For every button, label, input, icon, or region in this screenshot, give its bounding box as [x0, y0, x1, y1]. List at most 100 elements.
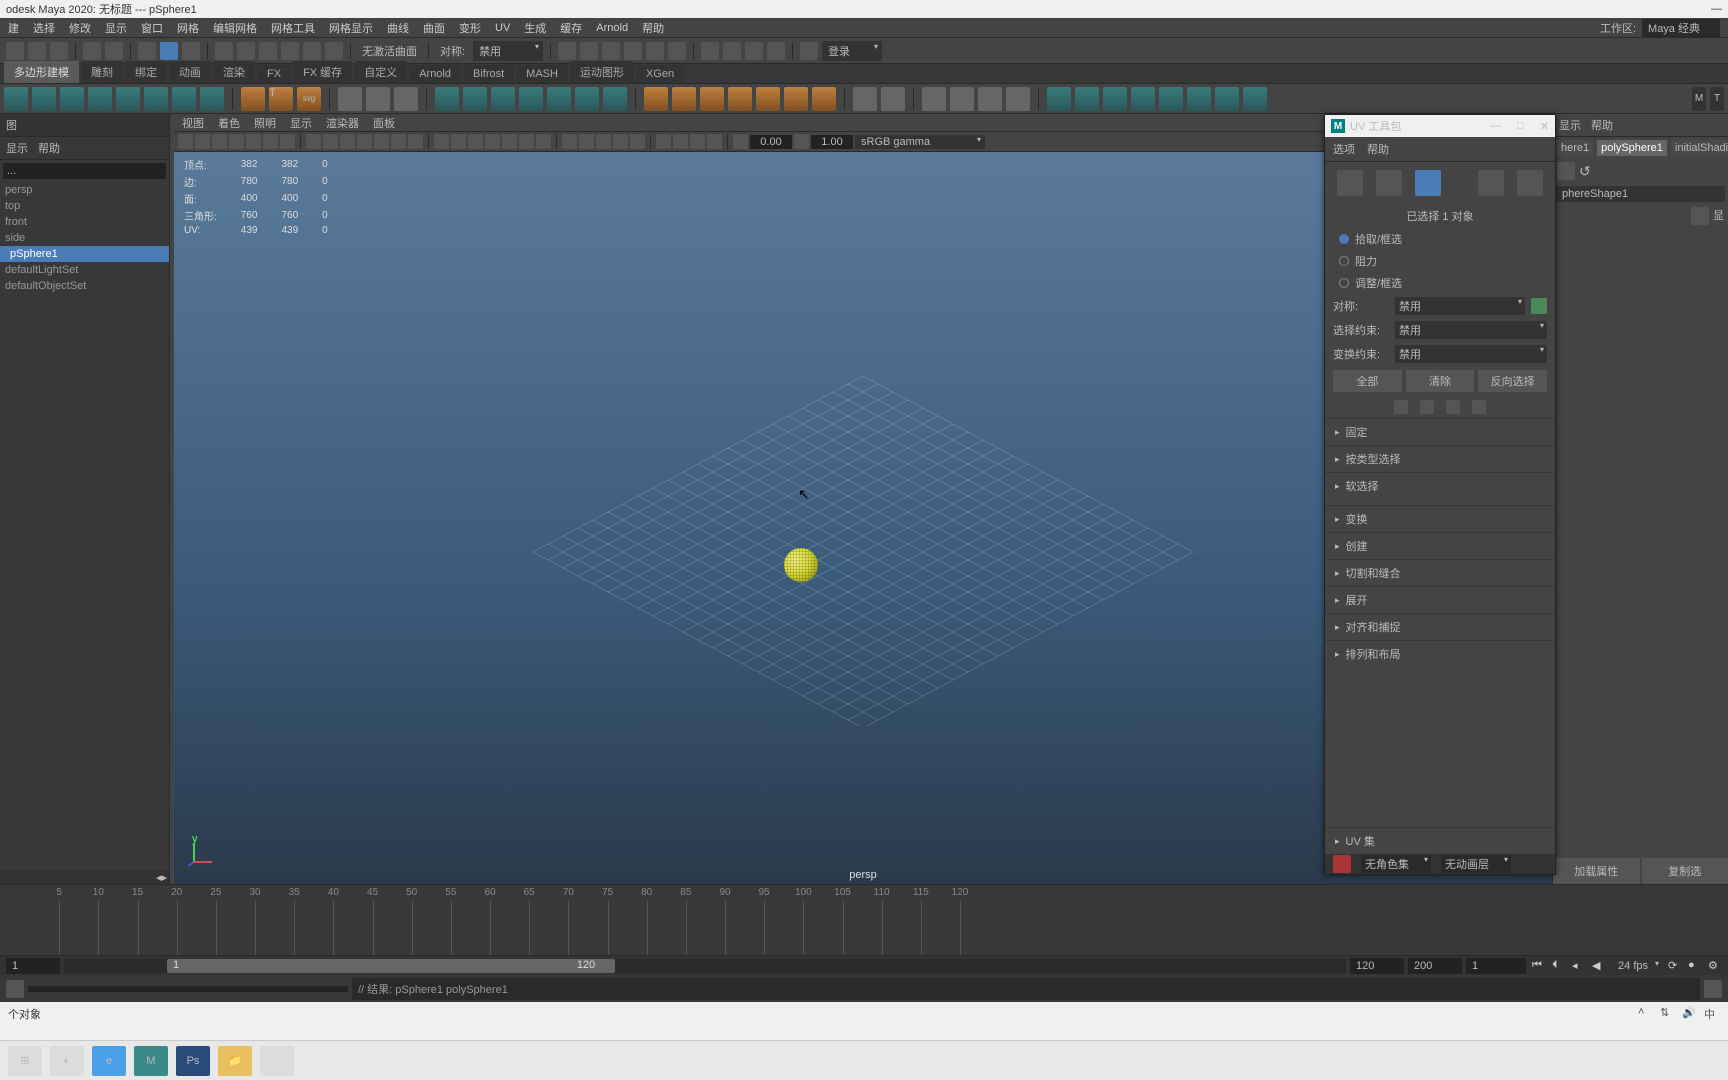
uv-object-icon[interactable]: [1415, 170, 1441, 196]
menu-display[interactable]: 显示: [105, 20, 127, 36]
user-icon[interactable]: [800, 42, 818, 60]
vp-tool-icon[interactable]: [656, 134, 671, 149]
menu-meshdisplay[interactable]: 网格显示: [329, 20, 373, 36]
login-dropdown[interactable]: 登录: [822, 41, 882, 61]
go-start-icon[interactable]: ⏮: [1532, 959, 1546, 973]
uv-pick-radio[interactable]: 拾取/框选: [1325, 228, 1555, 250]
prefs-icon[interactable]: ⚙: [1708, 959, 1722, 973]
shelf-tab-custom[interactable]: 自定义: [354, 61, 407, 83]
uv-drag-radio[interactable]: 阻力: [1325, 250, 1555, 272]
smooth-icon[interactable]: [547, 87, 571, 111]
vp-tool-icon[interactable]: [178, 134, 193, 149]
menu-curves[interactable]: 曲线: [387, 20, 409, 36]
explorer-icon[interactable]: 📁: [218, 1046, 252, 1076]
shelf-tab-arnold[interactable]: Arnold: [409, 65, 461, 83]
vp-tool-icon[interactable]: [630, 134, 645, 149]
minimize-icon[interactable]: —: [1711, 3, 1722, 15]
shelf-tab-fx[interactable]: FX: [257, 65, 291, 83]
uv-minimize-icon[interactable]: —: [1490, 120, 1501, 133]
bridge-icon[interactable]: [700, 87, 724, 111]
uv-grow-icon[interactable]: [1394, 400, 1408, 414]
vp-tool-icon[interactable]: [408, 134, 423, 149]
menu-mesh[interactable]: 网格: [177, 20, 199, 36]
open-scene-icon[interactable]: [28, 42, 46, 60]
vp-tool-icon[interactable]: [195, 134, 210, 149]
uv-sect-cutsew[interactable]: 切割和缝合: [1325, 559, 1555, 586]
step-back-icon[interactable]: [723, 42, 741, 60]
fill-icon[interactable]: [756, 87, 780, 111]
vp-tool-icon[interactable]: [212, 134, 227, 149]
shelf-tab-xgen[interactable]: XGen: [636, 65, 684, 83]
menu-create[interactable]: 建: [8, 20, 19, 36]
snap-point-icon[interactable]: [259, 42, 277, 60]
light-editor-icon[interactable]: [668, 42, 686, 60]
menu-select[interactable]: 选择: [33, 20, 55, 36]
uv-btn-clear[interactable]: 清除: [1406, 370, 1475, 392]
start-button[interactable]: ⊞: [8, 1046, 42, 1076]
boolean-icon[interactable]: [519, 87, 543, 111]
outliner-menu-display[interactable]: 显示: [6, 140, 28, 156]
uv-charset-dropdown[interactable]: 无角色集: [1361, 855, 1431, 873]
collapse-icon[interactable]: [784, 87, 808, 111]
outliner-scroll[interactable]: ◂ ▸: [0, 870, 169, 884]
outliner-menu-help[interactable]: 帮助: [38, 140, 60, 156]
menu-uv[interactable]: UV: [495, 22, 510, 34]
focus-icon[interactable]: [1557, 162, 1575, 180]
vp-gamma-input[interactable]: 1.00: [811, 135, 853, 149]
maya-taskbar-icon[interactable]: M: [134, 1046, 168, 1076]
uv-contour-icon[interactable]: [1159, 87, 1183, 111]
shelf-tab-anim[interactable]: 动画: [169, 61, 211, 83]
menu-meshtools[interactable]: 网格工具: [271, 20, 315, 36]
uv-btn-invert[interactable]: 反向选择: [1478, 370, 1547, 392]
menu-deform[interactable]: 变形: [459, 20, 481, 36]
uv-editor-icon[interactable]: [1187, 87, 1211, 111]
app-icon[interactable]: [260, 1046, 294, 1076]
vp-tool-icon[interactable]: [613, 134, 628, 149]
uv-selconst-dropdown[interactable]: 禁用: [1395, 321, 1547, 339]
outliner-item-persp[interactable]: persp: [0, 182, 169, 198]
merge-icon[interactable]: [812, 87, 836, 111]
uv-toolkit-window[interactable]: M UV 工具包 — □ ✕ 选项 帮助 已选择 1 对象 拾取/框选 阻力 调…: [1324, 114, 1556, 875]
vp-tool-icon[interactable]: [485, 134, 500, 149]
vp-menu-lighting[interactable]: 照明: [254, 115, 276, 131]
remesh-icon[interactable]: [603, 87, 627, 111]
vp-tool-icon[interactable]: [536, 134, 551, 149]
uv-sym-icon[interactable]: [1531, 298, 1547, 314]
ipr-icon[interactable]: [580, 42, 598, 60]
reduce-icon[interactable]: [575, 87, 599, 111]
uv-shrink-icon[interactable]: [1420, 400, 1434, 414]
render-settings-icon[interactable]: [602, 42, 620, 60]
uv-menu-options[interactable]: 选项: [1333, 141, 1355, 157]
range-end-input[interactable]: 120: [1350, 958, 1404, 974]
vp-tool-icon[interactable]: [451, 134, 466, 149]
uv-sect-softsel[interactable]: 软选择: [1325, 472, 1555, 499]
paint-tool-icon[interactable]: [182, 42, 200, 60]
tool-b-icon[interactable]: [366, 87, 390, 111]
bevel-icon[interactable]: [672, 87, 696, 111]
uv-face-icon[interactable]: [1337, 170, 1363, 196]
ae-tab[interactable]: initialShading: [1671, 140, 1728, 156]
edge-icon[interactable]: e: [92, 1046, 126, 1076]
loop-icon[interactable]: ⟳: [1668, 959, 1682, 973]
vp-tool-icon[interactable]: [323, 134, 338, 149]
shelf-tab-motion[interactable]: 运动图形: [570, 61, 634, 83]
ae-shape-tab[interactable]: phereShape1: [1556, 186, 1725, 202]
vp-tool-icon[interactable]: [434, 134, 449, 149]
shelf-tab-poly[interactable]: 多边形建模: [4, 61, 79, 83]
lasso-tool-icon[interactable]: [160, 42, 178, 60]
range-start-input[interactable]: 1: [6, 958, 60, 974]
multicut-icon[interactable]: [922, 87, 946, 111]
insert-loop-icon[interactable]: [1006, 87, 1030, 111]
taskview-icon[interactable]: ◐: [50, 1046, 84, 1076]
connect-icon[interactable]: [978, 87, 1002, 111]
uv-unfold-icon[interactable]: [1243, 87, 1267, 111]
symmetry-dropdown[interactable]: 禁用: [473, 41, 543, 61]
poly-text-icon[interactable]: T: [269, 87, 293, 111]
outliner-item-side[interactable]: side: [0, 230, 169, 246]
ae-menu-display[interactable]: 显示: [1559, 117, 1581, 133]
uv-sym-dropdown[interactable]: 禁用: [1395, 297, 1525, 315]
range-max-input[interactable]: 200: [1408, 958, 1462, 974]
render-icon[interactable]: [558, 42, 576, 60]
tool-c-icon[interactable]: [394, 87, 418, 111]
time-slider[interactable]: 5101520253035404550556065707580859095100…: [0, 884, 1728, 974]
